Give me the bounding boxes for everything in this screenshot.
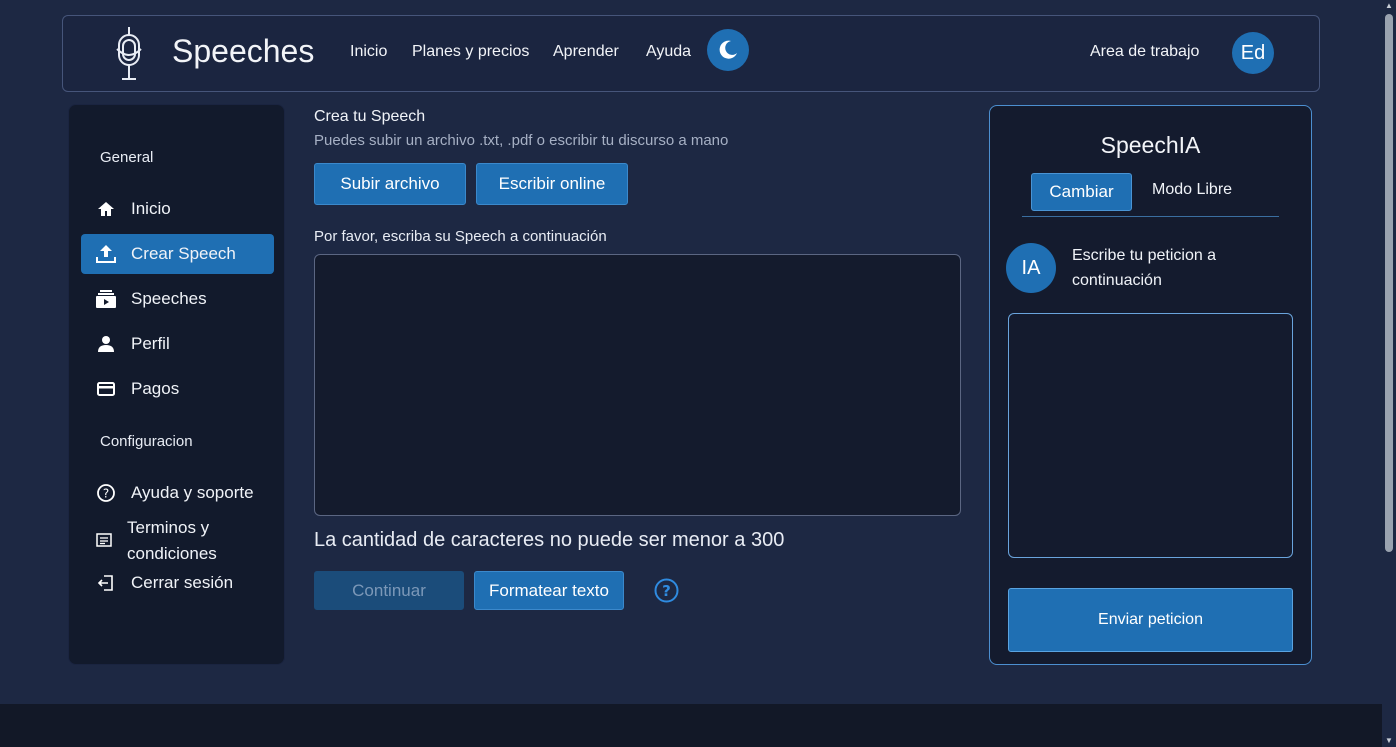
- scroll-down-icon[interactable]: ▼: [1385, 737, 1393, 745]
- page-subtitle: Puedes subir un archivo .txt, .pdf o esc…: [314, 132, 729, 149]
- sidebar-item-label: Pagos: [131, 379, 180, 398]
- svg-text:?: ?: [103, 487, 109, 501]
- brand-name[interactable]: Speeches: [172, 33, 314, 70]
- sidebar-item-label: Cerrar sesión: [131, 573, 234, 592]
- microphone-logo-icon[interactable]: [112, 25, 146, 81]
- sidebar-heading-config: Configuracion: [100, 433, 193, 450]
- scroll-thumb[interactable]: [1385, 14, 1393, 552]
- sidebar-item-crear-speech[interactable]: Crear Speech: [81, 234, 274, 274]
- nav-ayuda[interactable]: Ayuda: [646, 43, 691, 61]
- theme-toggle-button[interactable]: [707, 29, 749, 71]
- sidebar-item-label: Ayuda y soporte: [131, 483, 254, 502]
- user-avatar[interactable]: Ed: [1232, 32, 1274, 74]
- nav-planes[interactable]: Planes y precios: [412, 43, 529, 61]
- logout-icon: [95, 572, 117, 594]
- person-icon: [95, 333, 117, 355]
- nav-inicio[interactable]: Inicio: [350, 43, 387, 61]
- speech-prompt-label: Por favor, escriba su Speech a continuac…: [314, 228, 607, 245]
- sidebar-item-label: Inicio: [131, 199, 171, 218]
- page-title: Crea tu Speech: [314, 108, 426, 125]
- moon-icon: [719, 40, 737, 59]
- speech-textarea[interactable]: [314, 254, 961, 516]
- send-request-button[interactable]: Enviar peticion: [1008, 588, 1293, 652]
- format-text-button[interactable]: Formatear texto: [474, 571, 624, 610]
- write-online-button[interactable]: Escribir online: [476, 163, 628, 205]
- sidebar-heading-general: General: [100, 149, 154, 166]
- ia-panel-title: SpeechIA: [1100, 132, 1201, 158]
- workspace-link[interactable]: Area de trabajo: [1090, 43, 1199, 61]
- sidebar-item-label: Speeches: [131, 289, 207, 308]
- tab-modo-libre[interactable]: Modo Libre: [1152, 181, 1232, 199]
- ia-request-box[interactable]: [1008, 313, 1293, 558]
- home-icon: [95, 198, 117, 220]
- sidebar-item-terminos[interactable]: Terminos y condiciones: [81, 513, 274, 567]
- help-icon: ?: [95, 482, 117, 504]
- sidebar-item-perfil[interactable]: Perfil: [81, 324, 274, 364]
- sidebar-item-label: Perfil: [131, 334, 170, 353]
- credit-card-icon: [95, 378, 117, 400]
- document-icon: [93, 529, 115, 551]
- sidebar-item-label: Terminos y condiciones: [127, 518, 217, 563]
- svg-text:?: ?: [662, 582, 671, 600]
- sidebar-item-pagos[interactable]: Pagos: [81, 369, 274, 409]
- ia-message: Escribe tu peticion a continuación: [1072, 247, 1217, 289]
- tab-cambiar[interactable]: Cambiar: [1031, 173, 1132, 211]
- footer: [0, 704, 1396, 747]
- sidebar-item-ayuda-soporte[interactable]: ? Ayuda y soporte: [81, 473, 274, 513]
- question-mark-icon[interactable]: ?: [654, 578, 679, 603]
- character-warning: La cantidad de caracteres no puede ser m…: [314, 529, 785, 551]
- tab-divider: [1022, 216, 1279, 217]
- upload-file-button[interactable]: Subir archivo: [314, 163, 466, 205]
- sidebar: General Inicio Crear Speech Speeches Per…: [68, 104, 285, 665]
- upload-icon: [95, 243, 117, 265]
- ia-avatar: IA: [1006, 243, 1056, 293]
- video-library-icon: [95, 288, 117, 310]
- sidebar-item-speeches[interactable]: Speeches: [81, 279, 274, 319]
- speech-ia-panel: SpeechIA Cambiar Modo Libre IA Escribe t…: [989, 105, 1312, 665]
- scroll-up-icon[interactable]: ▲: [1385, 2, 1393, 10]
- page-scrollbar[interactable]: ▲ ▼: [1382, 0, 1396, 747]
- sidebar-item-cerrar-sesion[interactable]: Cerrar sesión: [81, 563, 274, 603]
- continue-button[interactable]: Continuar: [314, 571, 464, 610]
- nav-aprender[interactable]: Aprender: [553, 43, 619, 61]
- sidebar-item-label: Crear Speech: [131, 244, 236, 263]
- sidebar-item-inicio[interactable]: Inicio: [81, 189, 274, 229]
